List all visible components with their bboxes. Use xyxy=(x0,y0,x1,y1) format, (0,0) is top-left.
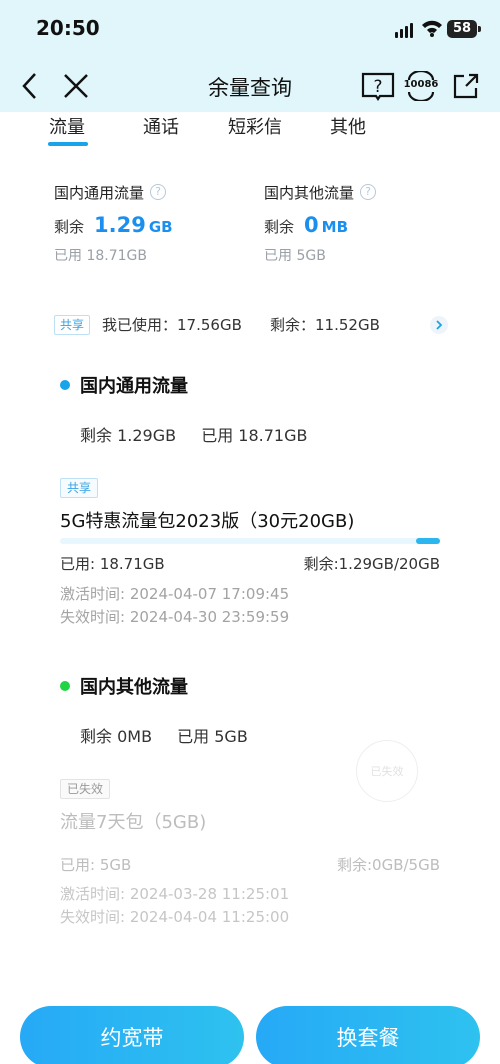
share-tag: 共享 xyxy=(54,315,91,335)
category-tabs: 流量 通话 短彩信 其他 xyxy=(0,112,500,152)
tab-messages[interactable]: 短彩信 xyxy=(228,113,282,139)
remain-unit: MB xyxy=(321,218,349,236)
share-used: 我已使用：17.56GB xyxy=(102,316,242,334)
package-share-tag: 共享 xyxy=(60,478,99,498)
book-broadband-button[interactable]: 约宽带 xyxy=(20,1006,244,1064)
tab-calls[interactable]: 通话 xyxy=(143,113,179,139)
section-remain: 剩余 1.29GB xyxy=(80,426,177,445)
package-used: 已用: 18.71GB xyxy=(60,555,165,573)
blue-dot-icon xyxy=(60,380,70,390)
active-tab-indicator xyxy=(48,142,88,146)
signal-icon xyxy=(395,22,415,38)
remain-value: 0 xyxy=(304,213,319,237)
usage-progress-bar xyxy=(60,538,440,544)
change-plan-button[interactable]: 换套餐 xyxy=(256,1006,480,1064)
other-section-title: 国内其他流量 xyxy=(60,673,188,699)
summary-other-title: 国内其他流量 xyxy=(264,183,355,202)
package-remain: 剩余:1.29GB/20GB xyxy=(303,555,440,573)
package-used: 已用: 5GB xyxy=(60,856,132,874)
wifi-icon xyxy=(421,18,443,38)
other-section-stats: 剩余 0MB 已用 5GB xyxy=(80,723,248,747)
general-section-stats: 剩余 1.29GB 已用 18.71GB xyxy=(80,422,307,446)
nav-bar: 余量查询 ? 10086 xyxy=(0,60,500,112)
expiry-time: 失效时间: 2024-04-30 23:59:59 xyxy=(60,608,290,626)
summary-card: 国内通用流量 ? 剩余 1.29 GB 已用 18.71GB 国内其他流量 ? … xyxy=(40,180,460,310)
share-icon[interactable] xyxy=(448,68,484,104)
activation-time: 激活时间: 2024-03-28 11:25:01 xyxy=(60,885,290,903)
section-used: 已用 18.71GB xyxy=(201,426,308,445)
activation-time: 激活时间: 2024-04-07 17:09:45 xyxy=(60,585,290,603)
package-expired-tag: 已失效 xyxy=(60,779,111,799)
tab-other[interactable]: 其他 xyxy=(330,113,366,139)
expired-stamp: 已失效 xyxy=(356,740,418,802)
chevron-right-icon[interactable] xyxy=(430,316,448,334)
remain-value: 1.29 xyxy=(94,213,146,237)
package-usage-row: 已用: 18.71GB 剩余:1.29GB/20GB xyxy=(60,553,440,574)
help-book-icon[interactable]: ? xyxy=(360,68,396,104)
section-remain: 剩余 0MB xyxy=(80,727,153,746)
hotline-icon[interactable]: 10086 xyxy=(403,68,439,104)
remain-label: 剩余 xyxy=(54,218,85,236)
summary-general: 国内通用流量 ? 剩余 1.29 GB 已用 18.71GB xyxy=(54,180,173,265)
status-time: 20:50 xyxy=(36,16,100,40)
package-usage-row: 已用: 5GB 剩余:0GB/5GB xyxy=(60,854,440,875)
usage-progress-remaining xyxy=(415,538,440,544)
remain-unit: GB xyxy=(148,218,173,236)
share-usage-row[interactable]: 共享 我已使用：17.56GB 剩余：11.52GB xyxy=(54,314,448,336)
hotline-number: 10086 xyxy=(403,79,439,90)
share-remain: 剩余：11.52GB xyxy=(270,316,380,334)
expiry-time: 失效时间: 2024-04-04 11:25:00 xyxy=(60,908,290,926)
battery-icon: 58 xyxy=(447,20,481,38)
remain-label: 剩余 xyxy=(264,218,295,236)
tab-data[interactable]: 流量 xyxy=(49,113,85,139)
summary-other: 国内其他流量 ? 剩余 0 MB 已用 5GB xyxy=(264,180,377,265)
used-text: 已用 5GB xyxy=(264,248,326,264)
used-text: 已用 18.71GB xyxy=(54,248,147,264)
help-icon[interactable]: ? xyxy=(150,184,167,200)
status-bar: 20:50 58 xyxy=(0,0,500,60)
green-dot-icon xyxy=(60,681,70,691)
help-icon[interactable]: ? xyxy=(360,184,377,200)
package-name: 5G特惠流量包2023版（30元20GB) xyxy=(60,511,355,532)
header: 20:50 58 余量查询 ? 10086 xyxy=(0,0,500,112)
package-name: 流量7天包（5GB) xyxy=(60,812,207,833)
summary-general-title: 国内通用流量 xyxy=(54,183,145,202)
section-used: 已用 5GB xyxy=(177,727,248,746)
general-section-title: 国内通用流量 xyxy=(60,372,188,398)
svg-text:?: ? xyxy=(373,77,382,97)
package-remain: 剩余:0GB/5GB xyxy=(336,856,440,874)
